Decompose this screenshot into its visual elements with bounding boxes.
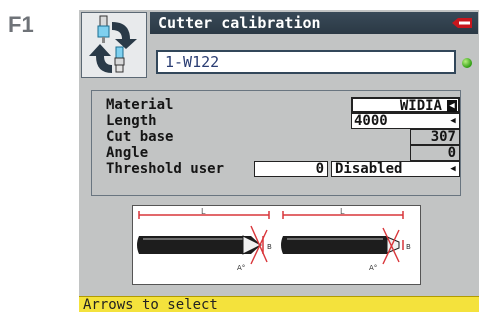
threshold-arrow-icon[interactable]: ◀ — [448, 163, 458, 175]
base-mark-right: B — [406, 243, 411, 251]
length-mark-left: L — [201, 207, 206, 216]
material-select[interactable]: WIDIA ◀ — [351, 97, 460, 113]
threshold-input[interactable]: 0 — [254, 161, 328, 177]
angle-field: 0 — [410, 145, 460, 161]
material-label: Material — [106, 97, 174, 113]
calibration-icon — [81, 12, 147, 78]
cut-base-value: 307 — [430, 129, 456, 145]
brand-logo-icon — [452, 18, 472, 28]
cut-base-field: 307 — [410, 129, 460, 145]
function-key-label: F1 — [8, 12, 34, 37]
threshold-mode-select[interactable]: Disabled ◀ — [331, 161, 460, 177]
key-code-field[interactable]: 1-W122 — [156, 50, 456, 74]
angle-mark-right: A° — [369, 264, 377, 272]
window-title-bar: Cutter calibration — [150, 12, 478, 34]
threshold-label: Threshold user — [106, 161, 225, 177]
angle-label: Angle — [106, 145, 149, 161]
status-bar: Arrows to select — [79, 296, 479, 312]
length-value: 4000 — [354, 113, 388, 129]
threshold-value: 0 — [315, 161, 324, 177]
angle-value: 0 — [447, 145, 456, 161]
cut-base-label: Cut base — [106, 129, 174, 145]
device-screen: Cutter calibration 1-W122 Material WIDIA… — [79, 10, 479, 312]
window-title: Cutter calibration — [158, 14, 321, 32]
length-arrow-icon[interactable]: ◀ — [448, 115, 458, 127]
length-input[interactable]: 4000 ◀ — [351, 113, 460, 129]
material-arrow-icon[interactable]: ◀ — [447, 100, 457, 112]
material-value: WIDIA — [399, 98, 442, 114]
base-mark-left: B — [267, 243, 272, 251]
parameters-panel: Material WIDIA ◀ Length 4000 ◀ Cut base … — [91, 90, 461, 196]
threshold-mode-value: Disabled — [335, 161, 403, 177]
status-message: Arrows to select — [83, 297, 218, 312]
status-led-icon — [462, 58, 472, 68]
length-mark-right: L — [340, 207, 345, 216]
angle-mark-left: A° — [237, 264, 245, 272]
length-label: Length — [106, 113, 157, 129]
cutter-illustration: L B A° L B A° — [132, 205, 421, 285]
